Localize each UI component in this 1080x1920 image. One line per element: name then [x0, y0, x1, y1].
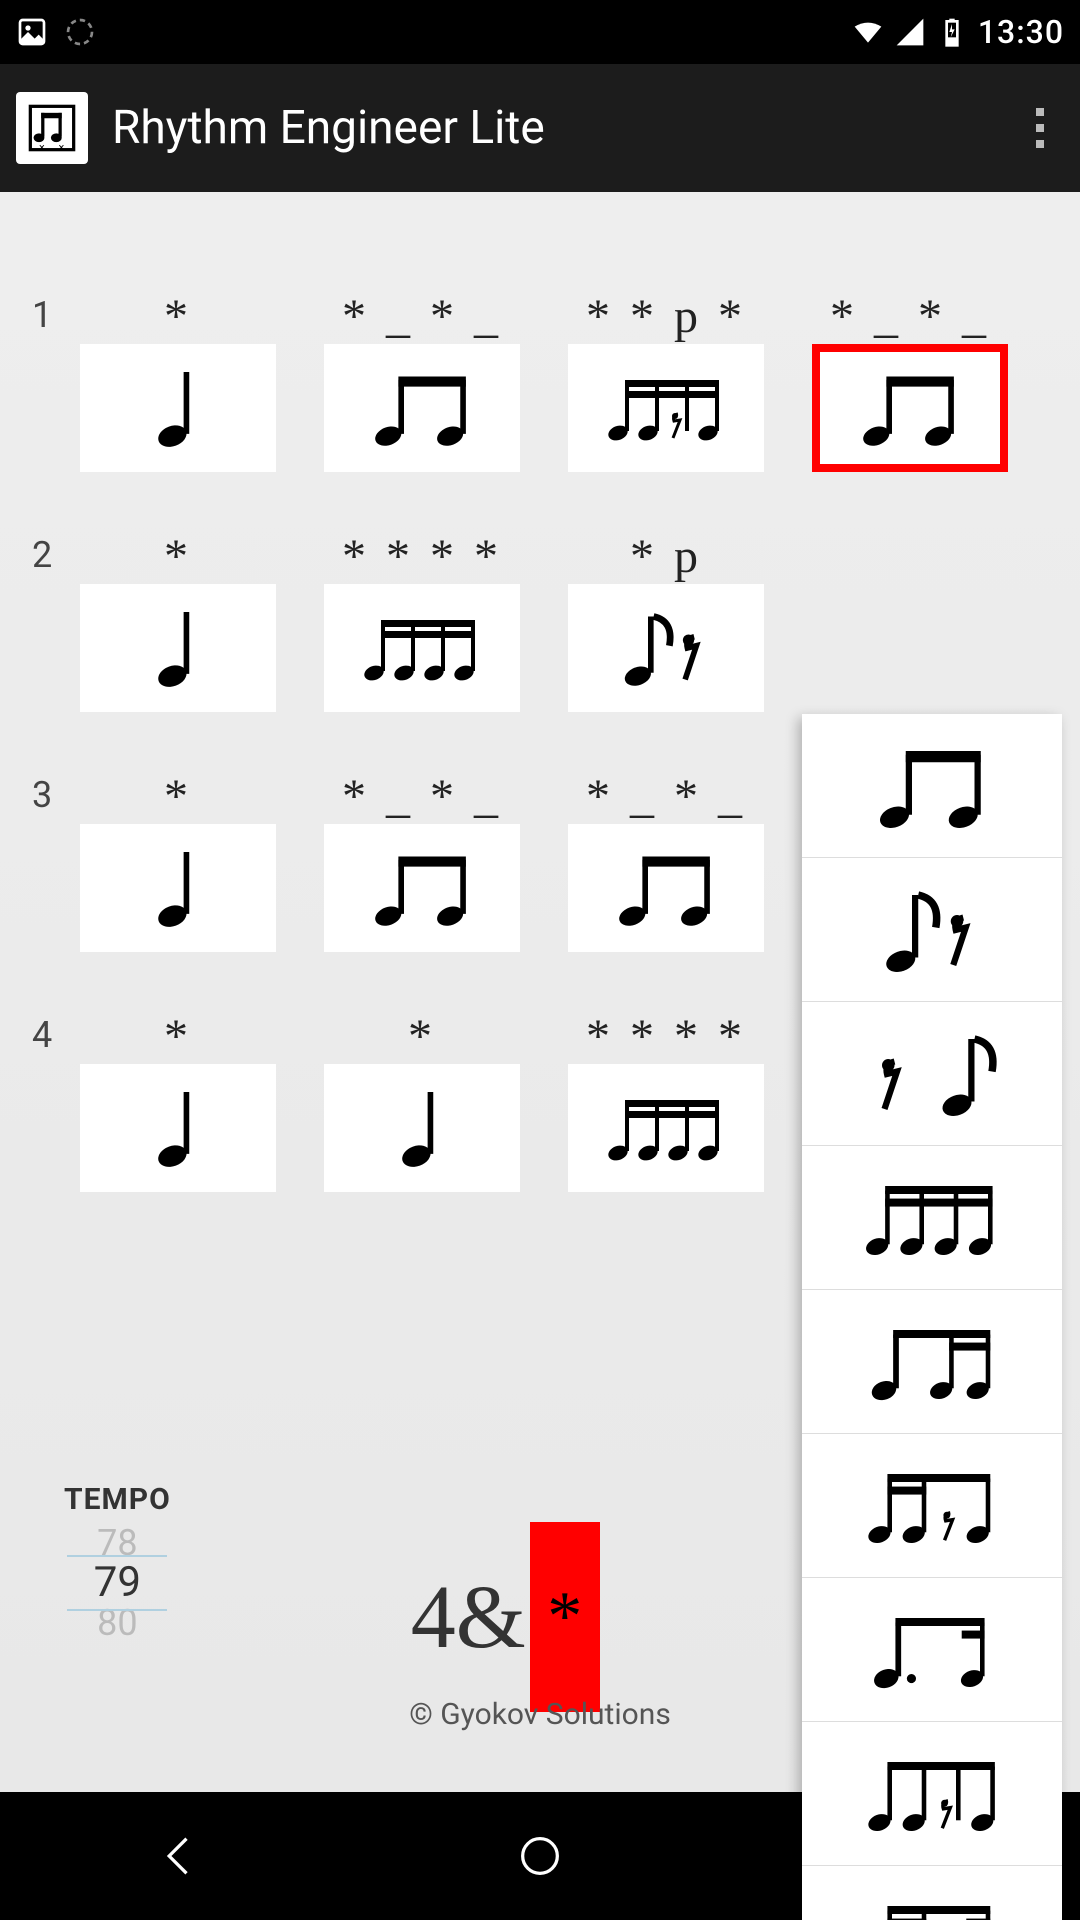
rhythm-cell[interactable]: * p [568, 528, 764, 712]
rhythm-cell[interactable]: * _ * _ [324, 768, 520, 952]
row-number: 4 [32, 1008, 80, 1056]
status-time: 13:30 [978, 13, 1064, 51]
wifi-icon [852, 16, 884, 48]
app-title: Rhythm Engineer Lite [112, 101, 545, 155]
dropdown-option[interactable] [802, 858, 1062, 1002]
cell-note-icon[interactable] [80, 344, 276, 472]
tempo-control[interactable]: TEMPO 78 79 80 [64, 1482, 171, 1643]
rhythm-cell[interactable]: * [80, 528, 276, 712]
cell-note-icon[interactable] [324, 824, 520, 952]
copyright-text: © Gyokov Solutions [409, 1697, 671, 1732]
tempo-prev: 78 [67, 1523, 167, 1563]
main-content: 1 * * _ * _ * * p * * _ * _ 2 * * * * * * p 3 * * _… [0, 192, 1080, 1792]
dropdown-option[interactable] [802, 714, 1062, 858]
dropdown-option[interactable] [802, 1722, 1062, 1866]
rhythm-cell[interactable]: * _ * _ [324, 288, 520, 472]
overflow-menu-button[interactable] [1016, 104, 1064, 152]
cell-pattern-label: * * p * [586, 288, 746, 344]
tempo-wheel[interactable]: 78 79 80 [67, 1523, 167, 1643]
nav-home-button[interactable] [500, 1816, 580, 1896]
cell-pattern-label: * [164, 528, 192, 584]
loading-icon [64, 16, 96, 48]
cell-note-icon[interactable] [324, 1064, 520, 1192]
cell-pattern-label: * _ * _ [342, 288, 502, 344]
beat-text: 4& [411, 1566, 526, 1669]
app-icon: ×× [16, 92, 88, 164]
dropdown-option[interactable] [802, 1002, 1062, 1146]
cell-note-icon[interactable] [568, 584, 764, 712]
cell-note-icon[interactable] [80, 824, 276, 952]
cell-note-icon[interactable] [568, 1064, 764, 1192]
rhythm-cell[interactable]: * [80, 288, 276, 472]
rhythm-cell[interactable]: * _ * _ [568, 768, 764, 952]
grid-row: 2 * * * * * * p [32, 528, 1048, 712]
cell-pattern-label: * * * * [342, 528, 502, 584]
rhythm-cell[interactable]: * [80, 768, 276, 952]
status-bar: 13:30 [0, 0, 1080, 64]
cell-pattern-label: * * * * [586, 1008, 746, 1064]
beat-highlight: * [530, 1522, 600, 1712]
dropdown-option[interactable] [802, 1290, 1062, 1434]
row-number: 2 [32, 528, 80, 576]
nav-back-button[interactable] [140, 1816, 220, 1896]
cell-note-icon[interactable] [812, 344, 1008, 472]
tempo-label: TEMPO [64, 1482, 171, 1517]
cell-note-icon[interactable] [568, 824, 764, 952]
rhythm-cell[interactable]: * [324, 1008, 520, 1192]
signal-icon [894, 16, 926, 48]
cell-pattern-label: * [408, 1008, 436, 1064]
note-dropdown-menu[interactable] [802, 714, 1062, 1920]
cell-note-icon[interactable] [324, 584, 520, 712]
image-icon [16, 16, 48, 48]
row-number: 3 [32, 768, 80, 816]
cell-pattern-label: * [164, 288, 192, 344]
cell-pattern-label: * _ * _ [830, 288, 990, 344]
tempo-next: 80 [67, 1603, 167, 1643]
tempo-current: 79 [67, 1563, 167, 1603]
cell-pattern-label: * _ * _ [342, 768, 502, 824]
dropdown-option[interactable] [802, 1866, 1062, 1920]
cell-note-icon[interactable] [568, 344, 764, 472]
cell-pattern-label: * _ * _ [586, 768, 746, 824]
rhythm-cell[interactable]: * [80, 1008, 276, 1192]
dropdown-option[interactable] [802, 1434, 1062, 1578]
rhythm-cell[interactable]: * * * * [568, 1008, 764, 1192]
grid-row: 1 * * _ * _ * * p * * _ * _ [32, 288, 1048, 472]
rhythm-cell[interactable]: * * p * [568, 288, 764, 472]
app-bar: ×× Rhythm Engineer Lite [0, 64, 1080, 192]
cell-pattern-label: * [164, 768, 192, 824]
cell-pattern-label: * [164, 1008, 192, 1064]
cell-note-icon[interactable] [324, 344, 520, 472]
rhythm-cell[interactable]: * _ * _ [812, 288, 1008, 472]
svg-text:×: × [39, 141, 45, 154]
beat-display: 4& * [411, 1522, 600, 1712]
rhythm-cell[interactable]: * * * * [324, 528, 520, 712]
row-number: 1 [32, 288, 80, 336]
cell-note-icon[interactable] [80, 1064, 276, 1192]
battery-icon [936, 16, 968, 48]
cell-note-icon[interactable] [80, 584, 276, 712]
cell-pattern-label: * p [630, 528, 702, 584]
dropdown-option[interactable] [802, 1146, 1062, 1290]
dropdown-option[interactable] [802, 1578, 1062, 1722]
svg-text:×: × [58, 141, 64, 154]
